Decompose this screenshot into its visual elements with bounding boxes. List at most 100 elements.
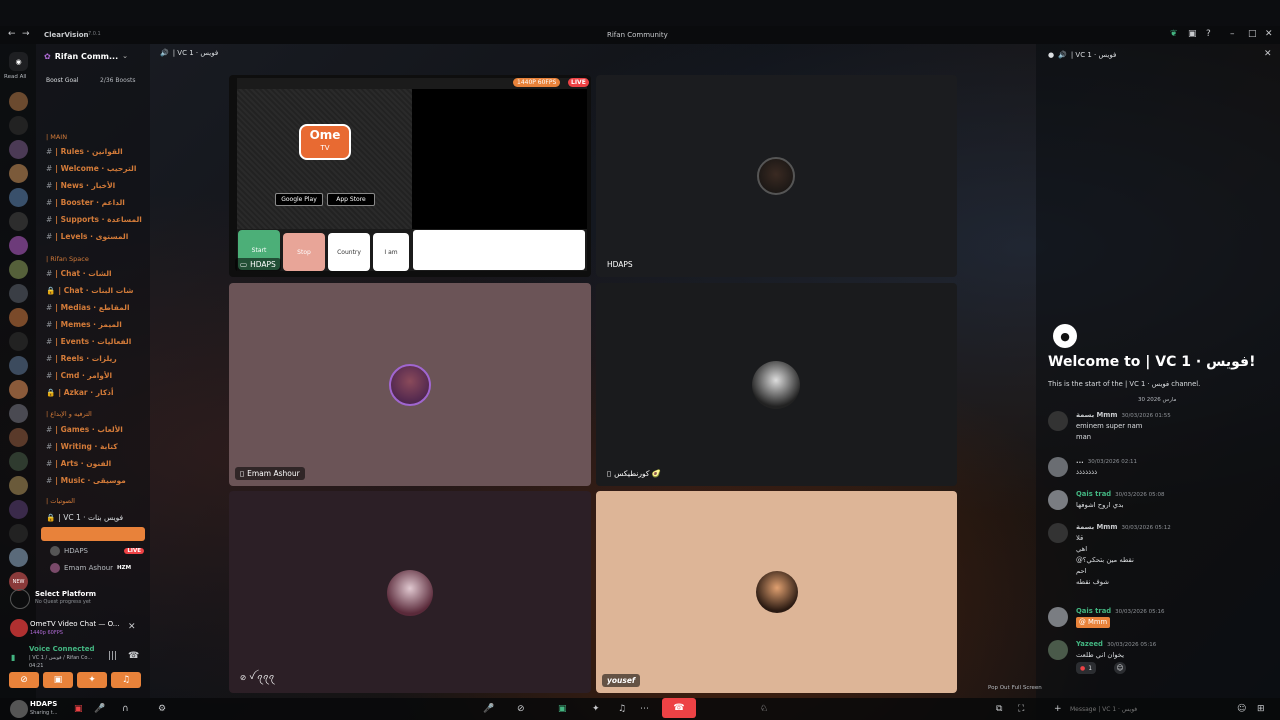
ometv-chat-box[interactable]	[413, 230, 585, 270]
server-icon[interactable]	[9, 548, 28, 567]
server-icon[interactable]	[9, 164, 28, 183]
channel-rules[interactable]: # | Rules · القوانين	[46, 144, 150, 158]
channel-supports[interactable]: # | Supports · المساعدة	[46, 212, 150, 226]
add-reaction-icon[interactable]: ☺	[1114, 662, 1126, 674]
soundboard-button[interactable]: ♫	[111, 672, 141, 688]
soundboard-icon[interactable]: ♫	[618, 704, 626, 714]
headphones-icon[interactable]: ∩	[122, 704, 129, 714]
chat-message[interactable]: ... 30/03/2026 02:11 ذذذذذذذ	[1048, 457, 1268, 481]
reaction-chip[interactable]: ● 1	[1076, 662, 1097, 674]
video-tile-emam-ashour[interactable]: ▯ Emam Ashour	[229, 283, 591, 486]
channel-games[interactable]: # | Games · الألعاب	[46, 422, 150, 436]
fullscreen-icon[interactable]: ⛶	[1018, 704, 1024, 714]
server-icon[interactable]	[9, 188, 28, 207]
channel-music[interactable]: # | Music · موسيقى	[46, 473, 150, 487]
chat-message[interactable]: بسمة Mmm 30/03/2026 01:55 eminem super na…	[1048, 411, 1268, 445]
channel-memes[interactable]: # | Memes · الميمز	[46, 317, 150, 331]
maximize-icon[interactable]: □	[1248, 29, 1257, 39]
voice-user[interactable]: HDAPS LIVE	[50, 544, 144, 557]
category-main[interactable]: | MAIN	[46, 133, 67, 141]
forward-arrow-icon[interactable]: →	[22, 29, 30, 39]
chat-message[interactable]: Qais trad 30/03/2026 05:08 بدي اروح اشوفه…	[1048, 490, 1268, 514]
microphone-icon[interactable]: 🎤	[94, 704, 105, 714]
boost-goal-label[interactable]: Boost Goal	[46, 77, 79, 84]
server-icon[interactable]	[9, 236, 28, 255]
help-icon[interactable]: ?	[1206, 29, 1211, 39]
disconnect-icon[interactable]: ☎	[128, 651, 139, 661]
channel-events[interactable]: # | Events · الفعاليات	[46, 334, 150, 348]
server-icon[interactable]	[9, 380, 28, 399]
emoji-icon[interactable]: ☺	[1237, 704, 1246, 714]
stream-tile-hdaps[interactable]: Ome TV Google Play App Store Start Stop …	[229, 75, 591, 277]
server-icon[interactable]	[9, 500, 28, 519]
channel-medias[interactable]: # | Medias · المقاطع	[46, 300, 150, 314]
back-arrow-icon[interactable]: ←	[8, 29, 16, 39]
category-voice[interactable]: | الصوتيات	[46, 497, 75, 505]
camera-off-icon[interactable]: ⊘	[517, 704, 525, 714]
leaf-icon[interactable]: ❦	[1170, 29, 1178, 39]
google-play-button[interactable]: Google Play	[275, 193, 323, 206]
app-store-button[interactable]: App Store	[327, 193, 375, 206]
attach-plus-icon[interactable]: +	[1054, 704, 1062, 714]
more-options-icon[interactable]: ⋯	[640, 704, 649, 714]
server-icon[interactable]	[9, 260, 28, 279]
channel-booster[interactable]: # | Booster · الداعم	[46, 195, 150, 209]
server-icon[interactable]	[9, 332, 28, 351]
close-activity-icon[interactable]: ✕	[128, 622, 136, 632]
pop-out-icon[interactable]: ⧉	[996, 704, 1002, 714]
server-icon[interactable]	[9, 356, 28, 375]
video-tile-yousef[interactable]: yousef	[596, 491, 957, 693]
voice-user[interactable]: Emam Ashour HZM	[50, 561, 144, 574]
channel-levels[interactable]: # | Levels · المستوى	[46, 229, 150, 243]
server-icon[interactable]	[9, 140, 28, 159]
channel-cmd[interactable]: # | Cmd · الأوامر	[46, 368, 150, 382]
screen-share-button[interactable]: ▣	[43, 672, 73, 688]
screen-share-icon[interactable]: ▣	[558, 704, 567, 714]
user-avatar[interactable]	[10, 700, 28, 718]
server-icon[interactable]	[9, 308, 28, 327]
activities-button[interactable]: ✦	[77, 672, 107, 688]
category-entertainment[interactable]: | الترفيه و الإبداع	[46, 410, 92, 418]
channel-arts[interactable]: # | Arts · الفنون	[46, 456, 150, 470]
channel-azkar[interactable]: 🔒 | Azkar · أذكار	[46, 385, 150, 399]
inbox-icon[interactable]: ▣	[1188, 29, 1197, 39]
message-input[interactable]	[1070, 702, 1230, 716]
video-tile-hdaps[interactable]: HDAPS	[596, 75, 957, 277]
channel-chat[interactable]: # | Chat · الشات	[46, 266, 150, 280]
server-header[interactable]: ✿ Rifan Comm... ⌄	[44, 48, 148, 64]
server-icon[interactable]	[9, 452, 28, 471]
active-voice-channel[interactable]	[41, 527, 145, 541]
discord-logo-icon[interactable]: ◉	[9, 52, 28, 71]
channel-welcome[interactable]: # | Welcome · الترحيب	[46, 161, 150, 175]
apps-grid-icon[interactable]: ⊞	[1257, 704, 1265, 714]
minimize-icon[interactable]: –	[1230, 29, 1235, 39]
microphone-icon[interactable]: 🎤	[483, 704, 494, 714]
activities-icon[interactable]: ✦	[592, 704, 600, 714]
channel-writing[interactable]: # | Writing · كتابة	[46, 439, 150, 453]
server-icon[interactable]	[9, 524, 28, 543]
boost-count[interactable]: 2/36 Boosts	[100, 77, 135, 84]
read-all-label[interactable]: Read All	[4, 74, 26, 80]
chat-message[interactable]: Qais trad 30/03/2026 05:16 @ Mmm	[1048, 607, 1268, 631]
activity-panel[interactable]: OmeTV Video Chat — O... 1440p 60FPS ✕	[8, 619, 148, 641]
chat-message[interactable]: Yazeed 30/03/2026 05:16 يخوان اني طلعت ● 1…	[1048, 640, 1268, 676]
mention-tag[interactable]: @ Mmm	[1076, 617, 1111, 628]
voice-channel[interactable]: | VC 1 / فويس / Rifan Co...	[29, 655, 109, 661]
ometv-country-button[interactable]: Country	[328, 233, 370, 271]
ometv-i-am-button[interactable]: I am	[373, 233, 409, 271]
noise-suppression-icon[interactable]: |||	[108, 651, 117, 661]
server-icon[interactable]	[9, 212, 28, 231]
quest-panel[interactable]: Select Platform No Quest progress yet	[8, 589, 148, 611]
screen-share-off-icon[interactable]: ▣	[74, 704, 83, 714]
close-window-icon[interactable]: ✕	[1265, 29, 1273, 39]
server-icon[interactable]	[9, 476, 28, 495]
settings-icon[interactable]: ⚙	[158, 704, 166, 714]
channel-reels[interactable]: # | Reels · ريلزات	[46, 351, 150, 365]
server-icon[interactable]	[9, 116, 28, 135]
channel-chat-girls[interactable]: 🔒 | Chat · شات البنات	[46, 283, 150, 297]
server-icon[interactable]	[9, 428, 28, 447]
category-rifan-space[interactable]: | Rifan Space	[46, 255, 89, 263]
video-tile-user[interactable]: ▯ كورنطيكس 🥑	[596, 283, 957, 486]
channel-news[interactable]: # | News · الأخبار	[46, 178, 150, 192]
leave-call-button[interactable]: ☎	[662, 698, 696, 718]
